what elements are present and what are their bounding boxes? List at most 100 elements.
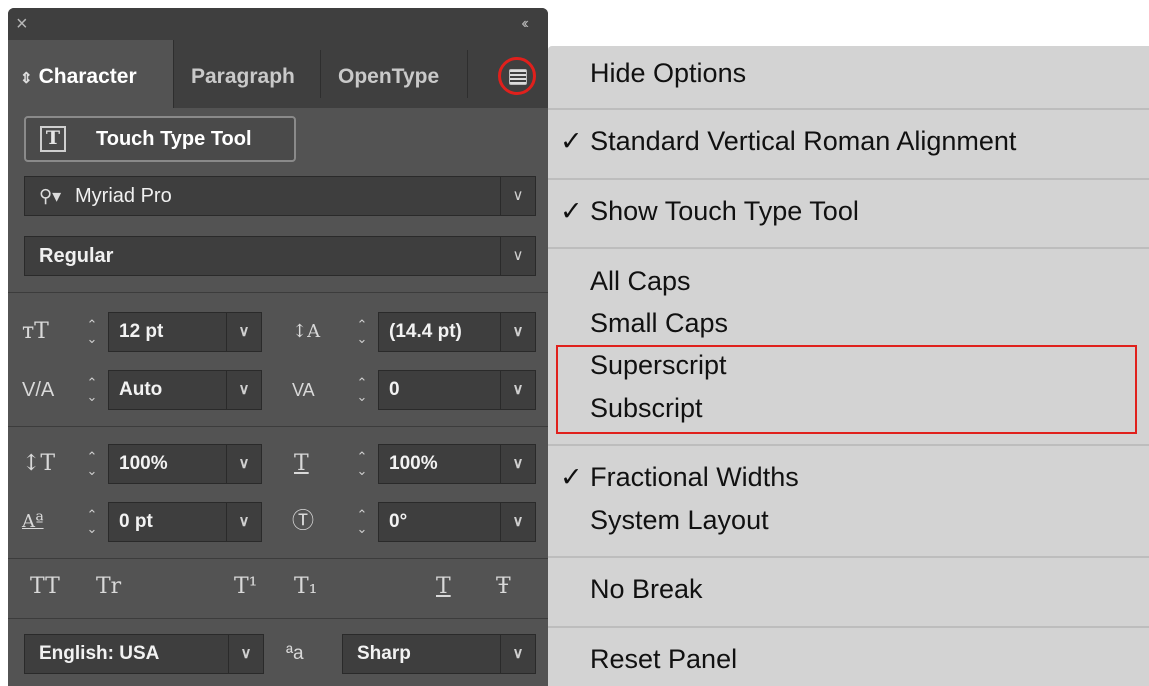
highlight-box	[556, 345, 1137, 434]
chevron-down-icon[interactable]: ∨	[500, 371, 535, 409]
horizontal-scale-field[interactable]: 100% ∨	[378, 444, 536, 484]
menu-divider	[548, 626, 1149, 628]
antialias-dropdown[interactable]: Sharp ∨	[342, 634, 536, 674]
chevron-down-icon[interactable]: ∨	[228, 635, 263, 673]
baseline-shift-field[interactable]: 0 pt ∨	[108, 502, 262, 542]
small-caps-icon[interactable]: Tr	[96, 574, 121, 599]
font-family-value: Myriad Pro	[75, 185, 172, 207]
menu-divider	[548, 178, 1149, 180]
subscript-icon[interactable]: T₁	[294, 574, 318, 599]
horizontal-scale-icon: T	[294, 451, 309, 476]
menu-item-reset-panel[interactable]: Reset Panel	[590, 644, 737, 675]
close-icon[interactable]: ×	[16, 11, 28, 37]
tab-paragraph[interactable]: Paragraph	[191, 40, 316, 108]
collapse-icon[interactable]: ‹‹	[521, 12, 528, 36]
menu-item-fractional-widths[interactable]: ✓ Fractional Widths	[560, 462, 799, 493]
vertical-scale-stepper[interactable]: ⌃ ⌄	[78, 444, 106, 484]
tab-paragraph-label: Paragraph	[191, 65, 295, 88]
horizontal-scale-stepper[interactable]: ⌃ ⌄	[348, 444, 376, 484]
touch-type-tool-button[interactable]: T Touch Type Tool	[24, 116, 296, 162]
font-style-dropdown[interactable]: Regular ∨	[24, 236, 536, 276]
menu-divider	[548, 108, 1149, 110]
chevron-down-icon[interactable]: ∨	[226, 371, 261, 409]
language-dropdown[interactable]: English: USA ∨	[24, 634, 264, 674]
updown-icon: ⇕	[20, 70, 33, 87]
character-panel: × ‹‹ ⇕ Character Paragraph OpenType T Tou…	[8, 8, 548, 686]
checkmark-icon: ✓	[560, 126, 583, 156]
kerning-value: Auto	[119, 379, 163, 400]
rotation-icon: Ⓣ	[292, 509, 315, 534]
menu-item-label: Fractional Widths	[590, 462, 799, 492]
menu-item-label: Standard Vertical Roman Alignment	[590, 126, 1017, 156]
leading-stepper[interactable]: ⌃ ⌄	[348, 312, 376, 352]
font-size-icon: ᴛT	[22, 319, 49, 344]
leading-icon: ↕A	[292, 321, 321, 342]
menu-item-system-layout[interactable]: System Layout	[590, 505, 769, 536]
checkmark-icon: ✓	[560, 196, 583, 226]
underline-icon[interactable]: T	[436, 574, 451, 599]
language-value: English: USA	[39, 643, 160, 664]
menu-item-hide-options[interactable]: Hide Options	[590, 58, 746, 89]
tab-character[interactable]: ⇕ Character	[8, 40, 174, 108]
menu-item-show-touch-type-tool[interactable]: ✓ Show Touch Type Tool	[560, 196, 859, 227]
kerning-field[interactable]: Auto ∨	[108, 370, 262, 410]
font-family-dropdown[interactable]: ⚲▾ Myriad Pro ∨	[24, 176, 536, 216]
checkmark-icon: ✓	[560, 462, 583, 492]
menu-item-small-caps[interactable]: Small Caps	[590, 308, 728, 339]
chevron-down-icon[interactable]: ∨	[226, 503, 261, 541]
menu-item-standard-vertical-roman-alignment[interactable]: ✓ Standard Vertical Roman Alignment	[560, 126, 1016, 157]
leading-value: (14.4 pt)	[389, 321, 462, 342]
panel-tabs: ⇕ Character Paragraph OpenType	[8, 40, 548, 108]
tab-opentype[interactable]: OpenType	[338, 40, 468, 108]
tracking-value: 0	[389, 379, 400, 400]
menu-divider	[548, 556, 1149, 558]
font-size-value: 12 pt	[119, 321, 164, 342]
font-size-stepper[interactable]: ⌃ ⌄	[78, 312, 106, 352]
rotation-field[interactable]: 0° ∨	[378, 502, 536, 542]
chevron-down-icon[interactable]: ∨	[500, 635, 535, 673]
vertical-scale-icon: ↕T	[22, 451, 56, 476]
antialias-value: Sharp	[357, 643, 411, 664]
strikethrough-icon[interactable]: Ŧ	[496, 574, 511, 599]
tracking-field[interactable]: 0 ∨	[378, 370, 536, 410]
vertical-scale-field[interactable]: 100% ∨	[108, 444, 262, 484]
chevron-down-icon[interactable]: ∨	[500, 237, 535, 275]
all-caps-icon[interactable]: TT	[30, 574, 60, 599]
rotation-stepper[interactable]: ⌃ ⌄	[348, 502, 376, 542]
chevron-down-icon[interactable]: ∨	[226, 445, 261, 483]
chevron-down-icon[interactable]: ∨	[500, 445, 535, 483]
hamburger-icon	[509, 69, 527, 85]
chevron-down-icon[interactable]: ∨	[500, 313, 535, 351]
touch-type-icon: T	[40, 126, 66, 152]
menu-divider	[548, 247, 1149, 249]
menu-item-no-break[interactable]: No Break	[590, 574, 703, 605]
chevron-down-icon[interactable]: ∨	[226, 313, 261, 351]
touch-type-label: Touch Type Tool	[96, 128, 252, 150]
divider	[8, 618, 548, 619]
kerning-stepper[interactable]: ⌃ ⌄	[78, 370, 106, 410]
font-size-field[interactable]: 12 pt ∨	[108, 312, 262, 352]
tracking-stepper[interactable]: ⌃ ⌄	[348, 370, 376, 410]
chevron-down-icon[interactable]: ∨	[500, 503, 535, 541]
kerning-icon: V/A	[22, 379, 55, 401]
panel-titlebar: × ‹‹	[8, 8, 548, 40]
baseline-shift-icon: Aª	[22, 511, 44, 532]
search-icon: ⚲▾	[39, 186, 62, 206]
baseline-shift-stepper[interactable]: ⌃ ⌄	[78, 502, 106, 542]
menu-divider	[548, 444, 1149, 446]
superscript-icon[interactable]: T¹	[234, 574, 258, 599]
antialias-icon: ªa	[286, 643, 304, 664]
tab-opentype-label: OpenType	[338, 65, 440, 88]
divider	[8, 426, 548, 427]
tab-character-label: Character	[38, 65, 137, 88]
leading-field[interactable]: (14.4 pt) ∨	[378, 312, 536, 352]
tab-divider	[320, 50, 321, 98]
panel-menu-button[interactable]	[498, 57, 536, 95]
chevron-down-icon[interactable]: ∨	[500, 177, 535, 215]
tab-divider	[467, 50, 468, 98]
horizontal-scale-value: 100%	[389, 453, 438, 474]
menu-item-label: Show Touch Type Tool	[590, 196, 859, 226]
baseline-shift-value: 0 pt	[119, 511, 153, 532]
rotation-value: 0°	[389, 511, 408, 532]
menu-item-all-caps[interactable]: All Caps	[590, 266, 691, 297]
